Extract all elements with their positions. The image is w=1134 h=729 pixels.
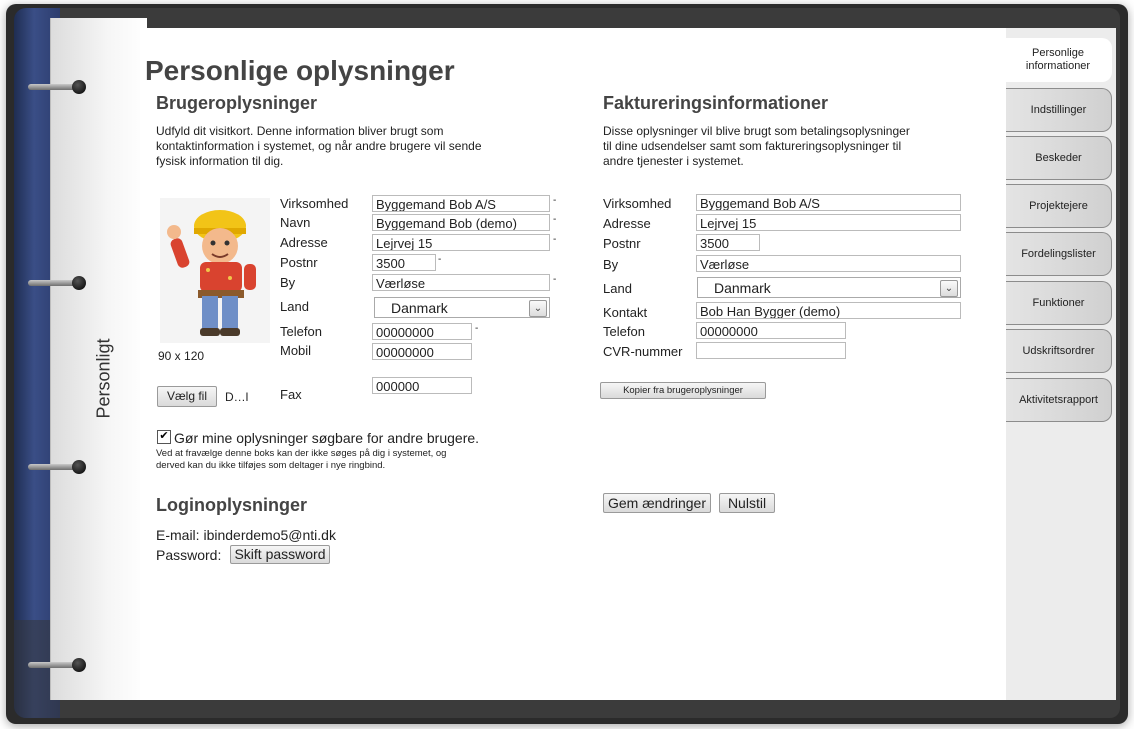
avatar-image (160, 198, 270, 343)
mobile-label: Mobil (280, 343, 312, 358)
binder-ring-icon (28, 658, 88, 672)
user-info-intro-line: kontaktinformation i systemet, og når an… (156, 139, 482, 153)
searchable-label: Gør mine oplysninger søgbare for andre b… (174, 430, 480, 446)
cvr-label: CVR-nummer (603, 344, 683, 359)
company-label: Virksomhed (280, 196, 349, 211)
billing-country-label: Land (603, 281, 632, 296)
binder-ring-icon (28, 80, 88, 94)
user-info-intro: Udfyld dit visitkort. Denne information … (156, 124, 482, 169)
tab-personal-info[interactable]: Personlige informationer (1004, 38, 1112, 82)
copy-from-user-button[interactable]: Kopier fra brugeroplysninger (600, 382, 766, 399)
chevron-down-icon[interactable]: ⌄ (529, 300, 547, 317)
billing-country-select[interactable]: Danmark ⌄ (697, 277, 961, 298)
billing-city-label: By (603, 257, 619, 272)
user-info-intro-line: Udfyld dit visitkort. Denne information … (156, 124, 444, 138)
user-info-heading: Brugeroplysninger (156, 93, 318, 113)
searchable-note-line: derved kan du ikke tilføjes som deltager… (156, 460, 386, 471)
chevron-down-icon[interactable]: ⌄ (940, 280, 958, 297)
city-field[interactable]: Værløse (372, 274, 550, 291)
fax-field[interactable]: 000000 (372, 377, 472, 394)
billing-address-label: Adresse (603, 216, 651, 231)
address-label: Adresse (280, 235, 328, 250)
zip-label: Postnr (280, 255, 318, 270)
email-label: E-mail: (156, 527, 200, 543)
billing-zip-label: Postnr (603, 236, 641, 251)
login-heading: Loginoplysninger (156, 495, 307, 515)
billing-intro-line: til dine udsendelser samt som fakturerin… (603, 139, 902, 153)
tab-activity-report[interactable]: Aktivitetsrapport (1006, 378, 1112, 422)
billing-intro-line: andre tjenester i systemet. (603, 154, 744, 168)
name-label: Navn (280, 215, 311, 230)
billing-intro: Disse oplysninger vil blive brugt som be… (603, 124, 910, 169)
company-field[interactable]: Byggemand Bob A/S (372, 195, 550, 212)
save-changes-button[interactable]: Gem ændringer (603, 493, 711, 513)
change-password-button[interactable]: Skift password (230, 545, 330, 564)
tab-label: Projektejere (1029, 199, 1088, 212)
choose-file-button[interactable]: Vælg fil (157, 386, 217, 407)
tab-label: Beskeder (1035, 151, 1082, 164)
binder-section-tab[interactable]: Personligt (92, 330, 132, 430)
mobile-field[interactable]: 00000000 (372, 343, 472, 360)
billing-phone-field[interactable]: 00000000 (696, 322, 846, 339)
tab-functions[interactable]: Funktioner (1006, 281, 1112, 325)
searchable-note-line: Ved at fravælge denne boks kan der ikke … (156, 448, 447, 459)
tab-label: Fordelingslister (1021, 247, 1096, 260)
tab-print-orders[interactable]: Udskriftsordrer (1006, 329, 1112, 373)
billing-heading: Faktureringsinformationer (603, 93, 829, 113)
searchable-checkbox[interactable]: ✔ (157, 430, 171, 444)
fax-label: Fax (280, 387, 302, 402)
binder-ring-icon (28, 460, 88, 474)
searchable-note: Ved at fravælge denne boks kan der ikke … (156, 448, 446, 472)
name-field[interactable]: Byggemand Bob (demo) (372, 214, 550, 231)
billing-city-field[interactable]: Værløse (696, 255, 961, 272)
tab-label: Udskriftsordrer (1022, 344, 1095, 357)
tab-label: Aktivitetsrapport (1019, 393, 1098, 406)
billing-contact-label: Kontakt (603, 305, 648, 320)
required-marker: - (553, 274, 557, 285)
city-label: By (280, 275, 296, 290)
billing-country-value: Danmark (714, 280, 771, 296)
binder-ring-icon (28, 276, 88, 290)
tab-distribution-lists[interactable]: Fordelingslister (1006, 232, 1112, 276)
avatar-size-label: 90 x 120 (158, 349, 205, 363)
cvr-field[interactable] (696, 342, 846, 359)
billing-company-label: Virksomhed (603, 196, 672, 211)
billing-company-field[interactable]: Byggemand Bob A/S (696, 194, 961, 211)
chosen-file-name: D…l (225, 390, 249, 404)
page-title: Personlige oplysninger (145, 55, 455, 86)
password-label: Password: (156, 547, 222, 563)
reset-button[interactable]: Nulstil (719, 493, 775, 513)
tab-settings[interactable]: Indstillinger (1006, 88, 1112, 132)
tab-label: Personlige informationer (1025, 47, 1091, 72)
billing-address-field[interactable]: Lejrvej 15 (696, 214, 961, 231)
tab-project-owners[interactable]: Projektejere (1006, 184, 1112, 228)
user-info-intro-line: fysisk information til dig. (156, 154, 284, 168)
binder-section-label: Personligt (93, 338, 114, 419)
required-marker: - (438, 254, 442, 265)
address-field[interactable]: Lejrvej 15 (372, 234, 550, 251)
required-marker: - (475, 323, 479, 334)
country-label: Land (280, 299, 309, 314)
email-value: ibinderdemo5@nti.dk (203, 527, 336, 543)
billing-phone-label: Telefon (603, 324, 645, 339)
billing-intro-line: Disse oplysninger vil blive brugt som be… (603, 124, 910, 138)
tab-label: Indstillinger (1030, 103, 1087, 116)
avatar (160, 198, 270, 343)
required-marker: - (553, 214, 557, 225)
billing-zip-field[interactable]: 3500 (696, 234, 760, 251)
email-row: E-mail: ibinderdemo5@nti.dk (156, 527, 336, 543)
billing-contact-field[interactable]: Bob Han Bygger (demo) (696, 302, 961, 319)
phone-field[interactable]: 00000000 (372, 323, 472, 340)
country-select-value: Danmark (391, 300, 448, 316)
required-marker: - (553, 234, 557, 245)
country-select[interactable]: Danmark ⌄ (374, 297, 550, 318)
tab-label: Funktioner (1032, 296, 1085, 309)
tab-messages[interactable]: Beskeder (1006, 136, 1112, 180)
required-marker: - (553, 195, 557, 206)
zip-field[interactable]: 3500 (372, 254, 436, 271)
phone-label: Telefon (280, 324, 322, 339)
